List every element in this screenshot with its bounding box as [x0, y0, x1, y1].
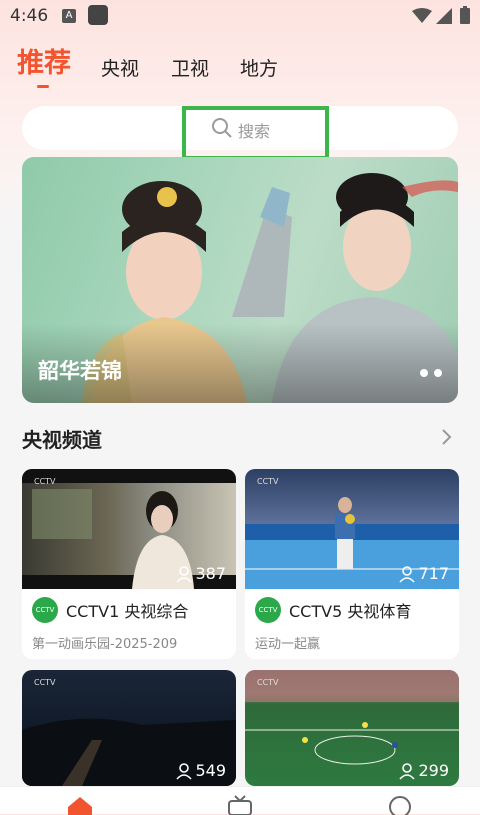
channel-card-cctv1[interactable]: CCTV 387 CCTV CCTV1 央视综合 第一动画乐园-2025-209: [22, 469, 236, 659]
channel-thumbnail: CCTV 549: [22, 670, 236, 786]
tv-icon[interactable]: [226, 795, 254, 815]
section-title: 央视频道: [22, 428, 102, 452]
channel-watermark: CCTV: [34, 678, 56, 687]
channel-watermark: CCTV: [257, 678, 279, 687]
wifi-icon: [412, 8, 432, 23]
viewer-number: 717: [418, 564, 449, 583]
notification-a-icon: A: [62, 9, 76, 23]
channel-logo-icon: CCTV: [255, 597, 281, 623]
program-title: 运动一起赢: [255, 637, 321, 652]
channel-watermark: CCTV: [34, 477, 56, 486]
channel-watermark: CCTV: [257, 477, 279, 486]
battery-icon: [460, 6, 470, 24]
viewer-count: 387: [175, 564, 226, 583]
viewer-number: 549: [195, 761, 226, 780]
profile-icon[interactable]: [386, 795, 414, 815]
channel-thumbnail: CCTV 717: [245, 469, 459, 589]
search-highlight-box: [182, 106, 329, 160]
featured-banner[interactable]: 韶华若锦: [22, 157, 458, 403]
status-bar: 4:46 A: [0, 0, 480, 34]
person-icon: [399, 762, 416, 780]
channel-thumbnail: CCTV 299: [245, 670, 459, 786]
channel-name: CCTV5 央视体育: [289, 602, 412, 621]
channel-thumbnail: CCTV 387: [22, 469, 236, 589]
carousel-dot[interactable]: [420, 369, 428, 377]
chevron-right-icon[interactable]: [440, 428, 454, 446]
carousel-dot[interactable]: [434, 369, 442, 377]
tab-cctv[interactable]: 央视: [101, 54, 139, 81]
tab-active-indicator: [37, 85, 49, 88]
tab-satellite[interactable]: 卫视: [171, 54, 209, 81]
channel-card[interactable]: CCTV 549: [22, 670, 236, 786]
notification-square-icon: [88, 5, 108, 25]
viewer-count: 299: [398, 761, 449, 780]
person-icon: [176, 565, 193, 583]
channel-logo-icon: CCTV: [32, 597, 58, 623]
viewer-count: 717: [398, 564, 449, 583]
person-icon: [399, 565, 416, 583]
channel-card-cctv5[interactable]: CCTV 717 CCTV CCTV5 央视体育 运动一起赢: [245, 469, 459, 659]
home-icon[interactable]: [66, 795, 94, 815]
banner-title: 韶华若锦: [38, 359, 122, 383]
tab-recommend[interactable]: 推荐: [17, 41, 71, 80]
viewer-count: 549: [175, 761, 226, 780]
bottom-navigation: [0, 786, 480, 815]
channel-tabs: 推荐 央视 卫视 地方: [0, 44, 480, 94]
signal-icon: [436, 8, 452, 24]
tab-local[interactable]: 地方: [240, 54, 278, 81]
channel-name: CCTV1 央视综合: [66, 602, 189, 621]
channel-card[interactable]: CCTV 299: [245, 670, 459, 786]
program-title: 第一动画乐园-2025-209: [32, 637, 178, 652]
viewer-number: 299: [418, 761, 449, 780]
person-icon: [176, 762, 193, 780]
status-time: 4:46: [10, 6, 49, 26]
viewer-number: 387: [195, 564, 226, 583]
